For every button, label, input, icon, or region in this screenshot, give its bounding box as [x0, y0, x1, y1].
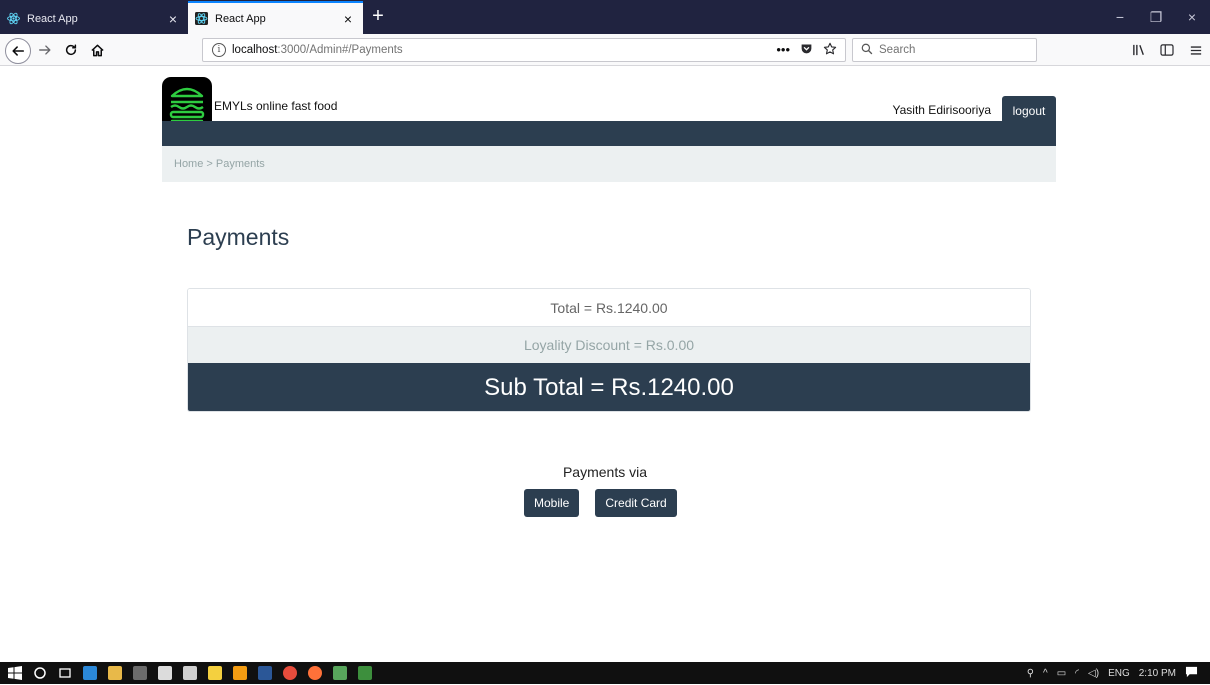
pocket-shield-icon[interactable] [800, 42, 813, 59]
forward-arrow-icon[interactable] [32, 37, 58, 63]
task-view-icon[interactable] [58, 666, 72, 680]
mail-icon[interactable] [183, 666, 197, 680]
hamburger-menu-icon[interactable] [1184, 38, 1208, 62]
new-tab-button[interactable]: + [366, 4, 390, 30]
subtotal-row: Sub Total = Rs.1240.00 [188, 363, 1030, 411]
search-placeholder: Search [879, 44, 916, 56]
search-icon [861, 43, 873, 58]
home-icon[interactable] [84, 37, 110, 63]
minimize-button[interactable]: − [1102, 0, 1138, 34]
system-tray: ⚲ ^ ▭ ◜ ◁) ENG 2:10 PM [1027, 662, 1210, 684]
mobile-payment-button[interactable]: Mobile [524, 489, 580, 517]
breadcrumb: Home > Payments [162, 146, 1056, 182]
volume-icon[interactable]: ◁) [1088, 668, 1099, 679]
tab-title: React App [215, 12, 266, 25]
battery-icon[interactable]: ▭ [1057, 668, 1066, 679]
site-info-icon[interactable]: i [212, 43, 226, 57]
sticky-notes-icon[interactable] [208, 666, 222, 680]
terminal-icon[interactable] [133, 666, 147, 680]
reload-icon[interactable] [58, 37, 84, 63]
browser-tab-active[interactable]: React App × [188, 1, 363, 34]
store-icon[interactable] [158, 666, 172, 680]
wifi-icon[interactable]: ◜ [1075, 668, 1079, 679]
payments-via-label: Payments via [562, 464, 648, 480]
language-indicator[interactable]: ENG [1108, 668, 1130, 679]
download-icon[interactable] [358, 666, 372, 680]
main-nav-bar [162, 121, 1056, 146]
notepad-icon[interactable] [333, 666, 347, 680]
page-actions-menu-icon[interactable]: ••• [776, 42, 790, 59]
credit-card-payment-button[interactable]: Credit Card [595, 489, 677, 517]
react-favicon-icon [194, 12, 208, 26]
windows-start-icon[interactable] [8, 666, 22, 680]
chevron-up-icon[interactable]: ^ [1043, 668, 1048, 679]
word-icon[interactable] [258, 666, 272, 680]
tab-title: React App [27, 12, 78, 25]
vlc-icon[interactable] [233, 666, 247, 680]
site-header: EMYLs online fast food Yasith Edirisoori… [162, 77, 1056, 130]
cortana-icon[interactable] [33, 666, 47, 680]
windows-taskbar: ⚲ ^ ▭ ◜ ◁) ENG 2:10 PM [0, 662, 1210, 684]
url-bar[interactable]: i localhost:3000/Admin#/Payments ••• [202, 38, 846, 62]
notifications-icon[interactable] [1185, 666, 1198, 681]
browser-toolbar: i localhost:3000/Admin#/Payments ••• Sea… [0, 34, 1210, 66]
page-title: Payments [187, 224, 290, 250]
search-bar[interactable]: Search [852, 38, 1037, 62]
firefox-icon[interactable] [308, 666, 322, 680]
breadcrumb-text[interactable]: Home > Payments [174, 158, 265, 170]
url-path: :3000/Admin#/Payments [277, 44, 403, 56]
brand-name[interactable]: EMYLs online fast food [214, 99, 337, 113]
clock[interactable]: 2:10 PM [1139, 668, 1176, 679]
loyalty-discount-row: Loyality Discount = Rs.0.00 [188, 327, 1030, 363]
close-tab-icon[interactable]: × [164, 11, 182, 27]
people-icon[interactable]: ⚲ [1027, 668, 1034, 679]
sidebar-icon[interactable] [1155, 38, 1179, 62]
browser-tab-strip: React App × React App × + − ❐ × [0, 0, 1210, 34]
url-host: localhost [232, 44, 278, 56]
chrome-icon[interactable] [283, 666, 297, 680]
edge-icon[interactable] [83, 666, 97, 680]
back-arrow-icon[interactable] [5, 38, 31, 64]
payment-summary-card: Total = Rs.1240.00 Loyality Discount = R… [187, 288, 1031, 412]
user-name: Yasith Edirisooriya [892, 103, 991, 117]
total-row: Total = Rs.1240.00 [188, 289, 1030, 327]
payment-method-buttons: Mobile Credit Card [524, 489, 677, 517]
react-favicon-icon [6, 12, 20, 26]
bookmark-star-icon[interactable] [823, 42, 837, 59]
file-explorer-icon[interactable] [108, 666, 122, 680]
browser-tab[interactable]: React App × [0, 3, 188, 34]
close-window-button[interactable]: × [1174, 0, 1210, 34]
restore-button[interactable]: ❐ [1138, 0, 1174, 34]
library-icon[interactable] [1127, 38, 1151, 62]
close-tab-icon[interactable]: × [339, 11, 357, 27]
page-viewport: EMYLs online fast food Yasith Edirisoori… [0, 66, 1210, 662]
